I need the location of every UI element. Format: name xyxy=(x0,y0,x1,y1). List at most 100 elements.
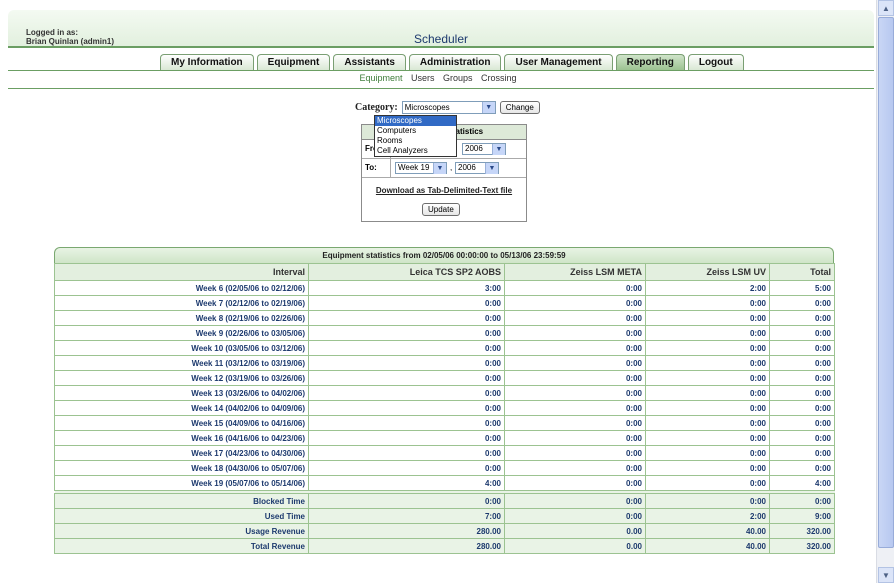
row-value-cell: 0:00 xyxy=(504,508,646,524)
category-dropdown-list: Microscopes Computers Rooms Cell Analyze… xyxy=(374,115,457,157)
option-rooms[interactable]: Rooms xyxy=(375,136,456,146)
row-value-cell: 2:00 xyxy=(645,280,770,296)
row-interval-cell: Week 12 (03/19/06 to 03/26/06) xyxy=(54,370,309,386)
row-value-cell: 0:00 xyxy=(645,295,770,311)
row-value-cell: 0:00 xyxy=(504,460,646,476)
row-interval-cell: Week 18 (04/30/06 to 05/07/06) xyxy=(54,460,309,476)
row-value-cell: 0:00 xyxy=(308,493,505,509)
from-year-value: 2006 xyxy=(465,144,483,153)
row-interval-cell: Week 9 (02/26/06 to 03/05/06) xyxy=(54,325,309,341)
row-value-cell: 0.00 xyxy=(504,523,646,539)
table-row: Week 10 (03/05/06 to 03/12/06) 0:00 0:00 0:… xyxy=(54,340,835,356)
row-value-cell: 0:00 xyxy=(504,295,646,311)
category-row: Category: Microscopes ▼ Change xyxy=(355,101,540,114)
download-link[interactable]: Download as Tab-Delimited-Text file xyxy=(362,186,526,195)
row-value-cell: 40.00 xyxy=(645,538,770,554)
chevron-down-icon[interactable]: ▼ xyxy=(492,144,505,155)
table-row: Week 7 (02/12/06 to 02/19/06) 0:00 0:00 0:0… xyxy=(54,295,835,311)
subnav-divider xyxy=(8,88,874,89)
table-row: Blocked Time 0:00 0:00 0:00 0:00 xyxy=(54,493,835,509)
table-header-row: Interval Leica TCS SP2 AOBS Zeiss LSM ME… xyxy=(54,263,835,281)
row-value-cell: 0:00 xyxy=(645,385,770,401)
row-value-cell: 7:00 xyxy=(308,508,505,524)
row-value-cell: 0:00 xyxy=(504,325,646,341)
statistics-panel: Equipment statistics from 02/05/06 00:00… xyxy=(54,247,835,554)
category-select[interactable]: Microscopes ▼ xyxy=(401,101,496,114)
row-value-cell: 0:00 xyxy=(308,340,505,356)
row-interval-cell: Week 8 (02/19/06 to 02/26/06) xyxy=(54,310,309,326)
row-value-cell: 0:00 xyxy=(504,340,646,356)
tab-equipment[interactable]: Equipment xyxy=(256,54,331,70)
table-row: Week 8 (02/19/06 to 02/26/06) 0:00 0:00 0:0… xyxy=(54,310,835,326)
table-row: Week 18 (04/30/06 to 05/07/06) 0:00 0:00 0:… xyxy=(54,460,835,476)
subnav-equipment[interactable]: Equipment xyxy=(359,73,402,83)
row-value-cell: 40.00 xyxy=(645,523,770,539)
row-value-cell: 4:00 xyxy=(308,475,505,491)
row-value-cell: 0:00 xyxy=(769,400,835,416)
vertical-scrollbar[interactable]: ▲ ▼ xyxy=(876,0,894,583)
category-selected-value: Microscopes xyxy=(404,103,450,112)
row-value-cell: 0:00 xyxy=(308,310,505,326)
table-row: Week 16 (04/16/06 to 04/23/06) 0:00 0:00 0:… xyxy=(54,430,835,446)
to-year-select[interactable]: 2006 ▼ xyxy=(455,162,499,174)
tab-my-information[interactable]: My Information xyxy=(160,54,254,70)
row-value-cell: 0:00 xyxy=(769,460,835,476)
header-bar: Logged in as: Brian Quinlan (admin1) Sch… xyxy=(8,10,874,48)
row-value-cell: 0:00 xyxy=(769,295,835,311)
to-year-value: 2006 xyxy=(458,163,476,172)
column-header: Zeiss LSM UV xyxy=(645,263,770,281)
chevron-down-icon[interactable]: ▼ xyxy=(433,163,446,174)
row-value-cell: 3:00 xyxy=(308,280,505,296)
to-week-value: Week 19 xyxy=(398,163,430,172)
table-row: Week 17 (04/23/06 to 04/30/06) 0:00 0:00 0:… xyxy=(54,445,835,461)
option-microscopes[interactable]: Microscopes xyxy=(375,116,456,126)
table-body: Week 6 (02/05/06 to 02/12/06) 3:00 0:00 2:0… xyxy=(54,280,835,554)
row-value-cell: 0:00 xyxy=(504,355,646,371)
row-interval-cell: Week 11 (03/12/06 to 03/19/06) xyxy=(54,355,309,371)
row-value-cell: 0:00 xyxy=(645,430,770,446)
scroll-down-icon[interactable]: ▼ xyxy=(878,567,894,583)
table-row: Usage Revenue 280.00 0.00 40.00 320.00 xyxy=(54,523,835,539)
scroll-thumb[interactable] xyxy=(878,17,894,548)
tab-user-management[interactable]: User Management xyxy=(504,54,613,70)
row-value-cell: 0:00 xyxy=(645,310,770,326)
update-button[interactable]: Update xyxy=(422,203,460,216)
row-value-cell: 0:00 xyxy=(645,475,770,491)
sub-nav: Equipment Users Groups Crossing xyxy=(0,73,876,83)
row-value-cell: 0:00 xyxy=(769,340,835,356)
option-computers[interactable]: Computers xyxy=(375,126,456,136)
row-value-cell: 0:00 xyxy=(645,355,770,371)
row-value-cell: 0:00 xyxy=(645,370,770,386)
row-value-cell: 5:00 xyxy=(769,280,835,296)
chevron-down-icon[interactable]: ▼ xyxy=(481,102,495,113)
row-value-cell: 0:00 xyxy=(308,400,505,416)
subnav-users[interactable]: Users xyxy=(411,73,435,83)
row-value-cell: 0:00 xyxy=(645,445,770,461)
row-value-cell: 0:00 xyxy=(645,460,770,476)
tab-administration[interactable]: Administration xyxy=(408,54,502,70)
subnav-crossing[interactable]: Crossing xyxy=(481,73,517,83)
row-interval-cell: Week 19 (05/07/06 to 05/14/06) xyxy=(54,475,309,491)
tab-logout[interactable]: Logout xyxy=(687,54,744,70)
chevron-down-icon[interactable]: ▼ xyxy=(485,163,498,174)
table-row: Week 11 (03/12/06 to 03/19/06) 0:00 0:00 0:… xyxy=(54,355,835,371)
row-value-cell: 0:00 xyxy=(769,355,835,371)
from-year-select[interactable]: 2006 ▼ xyxy=(462,143,506,155)
row-value-cell: 0:00 xyxy=(308,355,505,371)
row-interval-cell: Week 6 (02/05/06 to 02/12/06) xyxy=(54,280,309,296)
column-header: Zeiss LSM META xyxy=(504,263,646,281)
row-value-cell: 0:00 xyxy=(504,430,646,446)
change-button[interactable]: Change xyxy=(499,101,540,114)
row-interval-cell: Week 10 (03/05/06 to 03/12/06) xyxy=(54,340,309,356)
option-cell-analyzers[interactable]: Cell Analyzers xyxy=(375,146,456,156)
tab-assistants[interactable]: Assistants xyxy=(333,54,406,70)
tab-reporting[interactable]: Reporting xyxy=(615,54,685,70)
row-value-cell: 0:00 xyxy=(645,493,770,509)
scroll-up-icon[interactable]: ▲ xyxy=(878,0,894,16)
row-value-cell: 0:00 xyxy=(308,370,505,386)
subnav-groups[interactable]: Groups xyxy=(443,73,473,83)
row-interval-cell: Week 13 (03/26/06 to 04/02/06) xyxy=(54,385,309,401)
to-week-select[interactable]: Week 19 ▼ xyxy=(395,162,447,174)
row-value-cell: 0:00 xyxy=(504,445,646,461)
category-label: Category: xyxy=(355,102,398,113)
